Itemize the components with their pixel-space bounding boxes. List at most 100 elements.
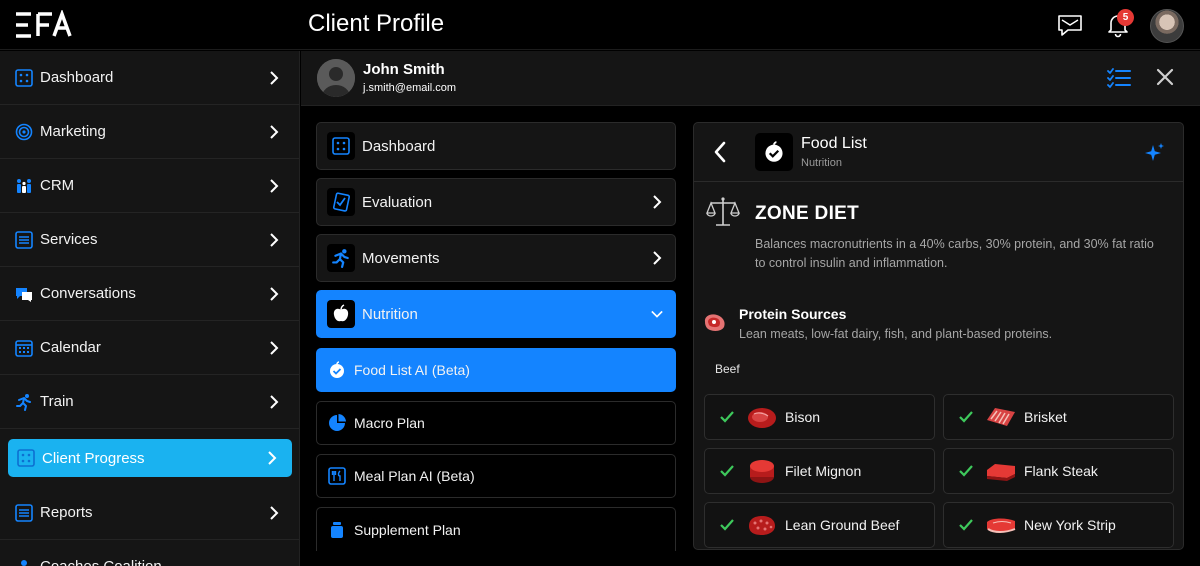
balance-scale-icon <box>706 197 740 226</box>
check-icon <box>959 411 973 423</box>
sidebar-item-label: Calendar <box>40 339 101 356</box>
chevron-right-icon <box>653 195 662 209</box>
profile-menu-movements[interactable]: Movements <box>316 234 676 282</box>
chevron-right-icon <box>270 232 279 247</box>
food-label: New York Strip <box>1024 517 1116 533</box>
profile-menu-label: Evaluation <box>362 193 433 211</box>
chevron-right-icon <box>653 251 662 265</box>
sidebar-item-train[interactable]: Train <box>0 375 299 429</box>
ground-beef-icon <box>749 516 775 535</box>
check-icon <box>720 519 734 531</box>
profile-submenu-label: Supplement Plan <box>354 521 461 538</box>
sidebar-item-coaches-coalition[interactable]: Coaches Coalition <box>0 540 299 566</box>
client-name: John Smith <box>363 61 445 78</box>
meal-plan-icon <box>327 466 347 486</box>
pie-chart-icon <box>327 413 347 433</box>
sidebar-item-services[interactable]: Services <box>0 213 299 267</box>
client-avatar <box>317 59 355 97</box>
food-list-subtitle: Nutrition <box>801 157 842 169</box>
chevron-right-icon <box>270 124 279 139</box>
food-label: Filet Mignon <box>785 463 862 479</box>
profile-menu-label: Nutrition <box>362 305 418 323</box>
sidebar-item-label: Marketing <box>40 123 106 140</box>
sidebar-item-label: CRM <box>40 177 75 194</box>
runner-icon <box>14 392 34 412</box>
food-label: Brisket <box>1024 409 1067 425</box>
food-label: Flank Steak <box>1024 463 1098 479</box>
profile-submenu-label: Macro Plan <box>354 415 425 431</box>
food-list-header: Food List Nutrition <box>694 123 1183 182</box>
steak-icon <box>704 314 725 331</box>
progress-icon <box>16 448 36 468</box>
check-icon <box>720 411 734 423</box>
efa-logo[interactable] <box>14 10 74 40</box>
check-icon <box>959 465 973 477</box>
food-card-filet-mignon[interactable]: Filet Mignon <box>704 448 935 494</box>
top-bar: Client Profile 5 <box>0 0 1200 50</box>
chevron-right-icon <box>270 286 279 301</box>
user-avatar[interactable] <box>1150 9 1184 43</box>
profile-menu-evaluation[interactable]: Evaluation <box>316 178 676 226</box>
sidebar-item-client-progress[interactable]: Client Progress <box>8 439 292 477</box>
apple-icon <box>327 300 355 328</box>
chevron-right-icon <box>270 178 279 193</box>
bison-meat-icon <box>748 408 776 428</box>
target-icon <box>14 122 34 142</box>
coalition-icon <box>14 557 34 566</box>
calendar-icon <box>14 338 34 358</box>
sidebar-item-label: Reports <box>40 504 93 521</box>
profile-menu-nutrition[interactable]: Nutrition <box>316 290 676 338</box>
new-york-strip-icon <box>987 518 1016 533</box>
sidebar-item-dashboard[interactable]: Dashboard <box>0 51 299 105</box>
chevron-right-icon <box>270 394 279 409</box>
sidebar-item-crm[interactable]: CRM <box>0 159 299 213</box>
apple-check-icon <box>327 360 347 380</box>
messages-icon[interactable] <box>1056 11 1084 39</box>
apple-check-icon <box>755 133 793 171</box>
food-card-new-york-strip[interactable]: New York Strip <box>943 502 1174 548</box>
profile-submenu-meal-plan[interactable]: Meal Plan AI (Beta) <box>316 454 676 498</box>
sidebar-item-label: Train <box>40 393 74 410</box>
check-icon <box>959 519 973 531</box>
profile-menu-dashboard[interactable]: Dashboard <box>316 122 676 170</box>
chat-icon <box>14 284 34 304</box>
profile-submenu-food-list[interactable]: Food List AI (Beta) <box>316 348 676 392</box>
profile-submenu-label: Meal Plan AI (Beta) <box>354 468 475 484</box>
sparkle-icon[interactable] <box>1144 142 1166 164</box>
diet-description: Balances macronutrients in a 40% carbs, … <box>755 237 1154 270</box>
chevron-right-icon <box>270 70 279 85</box>
food-card-brisket[interactable]: Brisket <box>943 394 1174 440</box>
sidebar-item-conversations[interactable]: Conversations <box>0 267 299 321</box>
sidebar-item-label: Client Progress <box>42 449 145 467</box>
sidebar-item-reports[interactable]: Reports <box>0 486 299 540</box>
chevron-down-icon <box>651 310 663 318</box>
food-card-lean-ground-beef[interactable]: Lean Ground Beef <box>704 502 935 548</box>
food-label: Bison <box>785 409 821 425</box>
filet-mignon-icon <box>750 460 774 483</box>
food-card-bison[interactable]: Bison <box>704 394 935 440</box>
main-sidebar: Dashboard Marketing CRM Services Convers… <box>0 51 300 566</box>
report-icon <box>14 503 34 523</box>
category-label: Beef <box>715 362 740 376</box>
sidebar-item-label: Coaches Coalition <box>40 558 162 566</box>
supplement-jar-icon <box>327 520 347 540</box>
flank-steak-icon <box>987 464 1015 481</box>
close-icon[interactable] <box>1155 67 1175 87</box>
food-label: Lean Ground Beef <box>785 517 900 533</box>
profile-submenu-label: Food List AI (Beta) <box>354 362 470 378</box>
dashboard-icon <box>327 132 355 160</box>
diet-title: ZONE DIET <box>755 203 860 224</box>
sidebar-item-calendar[interactable]: Calendar <box>0 321 299 375</box>
clipboard-check-icon <box>327 188 355 216</box>
profile-menu-label: Movements <box>362 249 440 267</box>
sidebar-item-label: Dashboard <box>40 69 114 86</box>
sidebar-item-label: Services <box>40 231 98 248</box>
sidebar-item-marketing[interactable]: Marketing <box>0 105 299 159</box>
food-card-flank-steak[interactable]: Flank Steak <box>943 448 1174 494</box>
client-header: John Smith j.smith@email.com <box>301 51 1200 106</box>
checklist-icon[interactable] <box>1107 67 1131 89</box>
profile-submenu-supplement-plan[interactable]: Supplement Plan <box>316 507 676 551</box>
profile-submenu-macro-plan[interactable]: Macro Plan <box>316 401 676 445</box>
food-list-title: Food List <box>801 135 867 152</box>
chevron-left-icon[interactable] <box>712 141 728 163</box>
